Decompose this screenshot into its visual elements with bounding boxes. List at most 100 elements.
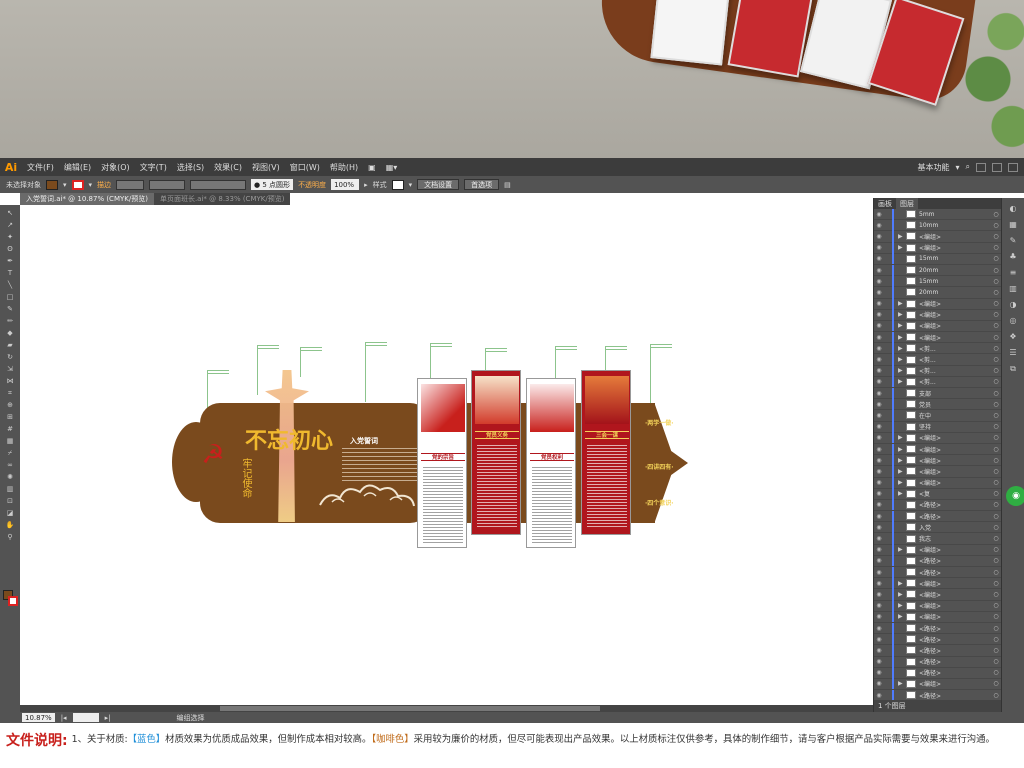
layer-row[interactable]: ◉ ▶ <编组> ○ <box>874 298 1001 310</box>
expand-triangle-icon[interactable]: ▶ <box>898 580 906 587</box>
visibility-eye-icon[interactable]: ◉ <box>874 636 884 643</box>
target-circle-icon[interactable]: ○ <box>991 479 1001 486</box>
layer-row[interactable]: ◉ ▶ <编组> ○ <box>874 230 1001 243</box>
visibility-eye-icon[interactable]: ◉ <box>874 334 884 341</box>
expand-triangle-icon[interactable]: ▶ <box>898 591 906 598</box>
expand-triangle-icon[interactable]: ▶ <box>898 446 906 453</box>
chevron-down-icon[interactable]: ▾ <box>409 181 413 189</box>
paintbrush-tool-icon[interactable]: ✎ <box>4 305 16 313</box>
visibility-eye-icon[interactable]: ◉ <box>874 267 884 274</box>
target-circle-icon[interactable]: ○ <box>991 412 1001 419</box>
visibility-eye-icon[interactable]: ◉ <box>874 669 884 676</box>
layer-row[interactable]: ◉ ▶ <编组> ○ <box>874 678 1001 691</box>
layer-row[interactable]: ◉ ▶ <剪... ○ <box>874 342 1001 355</box>
scale-tool-icon[interactable]: ⇲ <box>4 365 16 373</box>
visibility-eye-icon[interactable]: ◉ <box>874 278 884 285</box>
target-circle-icon[interactable]: ○ <box>991 401 1001 408</box>
width-tool-icon[interactable]: ⋈ <box>4 377 16 385</box>
visibility-eye-icon[interactable]: ◉ <box>874 602 884 609</box>
rectangle-tool-icon[interactable]: □ <box>4 293 16 301</box>
expand-triangle-icon[interactable]: ▶ <box>898 490 906 497</box>
target-circle-icon[interactable]: ○ <box>991 390 1001 397</box>
layer-row[interactable]: ◉ <路径> ○ <box>874 555 1001 567</box>
zoom-field[interactable]: 10.87% <box>22 713 55 722</box>
layer-row[interactable]: ◉ <路径> ○ <box>874 644 1001 657</box>
layer-row[interactable]: ◉ ▶ <编组> ○ <box>874 432 1001 444</box>
layer-row[interactable]: ◉ 15mm ○ <box>874 253 1001 265</box>
visibility-eye-icon[interactable]: ◉ <box>874 322 884 329</box>
layer-row[interactable]: ◉ 我志 ○ <box>874 533 1001 545</box>
stroke-panel-icon[interactable]: ≡ <box>1007 268 1019 278</box>
target-circle-icon[interactable]: ○ <box>991 378 1001 385</box>
target-circle-icon[interactable]: ○ <box>991 680 1001 687</box>
blend-tool-icon[interactable]: ∞ <box>4 461 16 469</box>
target-circle-icon[interactable]: ○ <box>991 669 1001 676</box>
layer-row[interactable]: ◉ 20mm ○ <box>874 286 1001 299</box>
expand-triangle-icon[interactable]: ▶ <box>898 233 906 240</box>
perspective-grid-tool-icon[interactable]: ⊞ <box>4 413 16 421</box>
target-circle-icon[interactable]: ○ <box>991 580 1001 587</box>
graphic-styles-panel-icon[interactable]: ❖ <box>1007 332 1019 342</box>
layer-row[interactable]: ◉ ▶ <编组> ○ <box>874 611 1001 623</box>
layer-row[interactable]: ◉ ▶ <编组> ○ <box>874 242 1001 254</box>
expand-triangle-icon[interactable]: ▶ <box>898 322 906 329</box>
visibility-eye-icon[interactable]: ◉ <box>874 378 884 385</box>
visibility-eye-icon[interactable]: ◉ <box>874 569 884 576</box>
layer-row[interactable]: ◉ 坚持 ○ <box>874 421 1001 433</box>
visibility-eye-icon[interactable]: ◉ <box>874 546 884 553</box>
pen-tool-icon[interactable]: ✒ <box>4 257 16 265</box>
layer-row[interactable]: ◉ <路径> ○ <box>874 622 1001 635</box>
target-circle-icon[interactable]: ○ <box>991 311 1001 318</box>
brush-point-field[interactable]: ● 5 点圆形 <box>251 179 294 190</box>
direct-selection-tool-icon[interactable]: ↗ <box>4 221 16 229</box>
expand-triangle-icon[interactable]: ▶ <box>898 367 906 374</box>
artboard-number-field[interactable] <box>72 713 99 722</box>
target-circle-icon[interactable]: ○ <box>991 490 1001 497</box>
layer-row[interactable]: ◉ <路径> ○ <box>874 656 1001 668</box>
pencil-tool-icon[interactable]: ✏ <box>4 317 16 325</box>
layer-row[interactable]: ◉ ▶ <编组> ○ <box>874 320 1001 333</box>
visibility-eye-icon[interactable]: ◉ <box>874 401 884 408</box>
layer-row[interactable]: ◉ 15mm ○ <box>874 275 1001 288</box>
target-circle-icon[interactable]: ○ <box>991 569 1001 576</box>
target-circle-icon[interactable]: ○ <box>991 222 1001 229</box>
visibility-eye-icon[interactable]: ◉ <box>874 692 884 699</box>
target-circle-icon[interactable]: ○ <box>991 446 1001 453</box>
fill-swatch[interactable] <box>46 179 58 190</box>
layer-row[interactable]: ◉ ▶ <编组> ○ <box>874 465 1001 478</box>
target-circle-icon[interactable]: ○ <box>991 501 1001 508</box>
mesh-tool-icon[interactable]: # <box>4 425 16 433</box>
layers-panel-icon[interactable]: ☰ <box>1007 348 1019 358</box>
target-circle-icon[interactable]: ○ <box>991 289 1001 296</box>
assistant-float-icon[interactable]: ◉ <box>1006 486 1024 506</box>
layer-row[interactable]: ◉ <路径> ○ <box>874 633 1001 646</box>
eyedropper-tool-icon[interactable]: ⌿ <box>4 449 16 457</box>
visibility-eye-icon[interactable]: ◉ <box>874 625 884 632</box>
variable-width-dropdown[interactable] <box>149 179 186 190</box>
menu-view[interactable]: 视图(V) <box>247 162 285 173</box>
visibility-eye-icon[interactable]: ◉ <box>874 300 884 307</box>
visibility-eye-icon[interactable]: ◉ <box>874 311 884 318</box>
first-artboard-icon[interactable]: |◂ <box>61 714 67 722</box>
close-button[interactable] <box>1008 162 1018 172</box>
layer-row[interactable]: ◉ ▶ <编组> ○ <box>874 600 1001 612</box>
target-circle-icon[interactable]: ○ <box>991 278 1001 285</box>
visibility-eye-icon[interactable]: ◉ <box>874 367 884 374</box>
target-circle-icon[interactable]: ○ <box>991 345 1001 352</box>
visibility-eye-icon[interactable]: ◉ <box>874 233 884 240</box>
expand-triangle-icon[interactable]: ▶ <box>898 300 906 307</box>
scrollbar-thumb[interactable] <box>220 706 600 711</box>
artboard-tool-icon[interactable]: ⊡ <box>4 497 16 505</box>
layer-row[interactable]: ◉ <路径> ○ <box>874 667 1001 679</box>
preferences-button[interactable]: 首选项 <box>464 179 500 190</box>
layer-row[interactable]: ◉ ▶ <编组> ○ <box>874 577 1001 590</box>
shape-builder-tool-icon[interactable]: ⊕ <box>4 401 16 409</box>
target-circle-icon[interactable]: ○ <box>991 535 1001 542</box>
target-circle-icon[interactable]: ○ <box>991 602 1001 609</box>
target-circle-icon[interactable]: ○ <box>991 334 1001 341</box>
expand-triangle-icon[interactable]: ▶ <box>898 311 906 318</box>
layer-row[interactable]: ◉ ▶ <编组> ○ <box>874 588 1001 601</box>
stroke-weight-dropdown[interactable] <box>116 179 145 190</box>
layer-row[interactable]: ◉ 20mm ○ <box>874 264 1001 277</box>
expand-triangle-icon[interactable]: ▶ <box>898 334 906 341</box>
